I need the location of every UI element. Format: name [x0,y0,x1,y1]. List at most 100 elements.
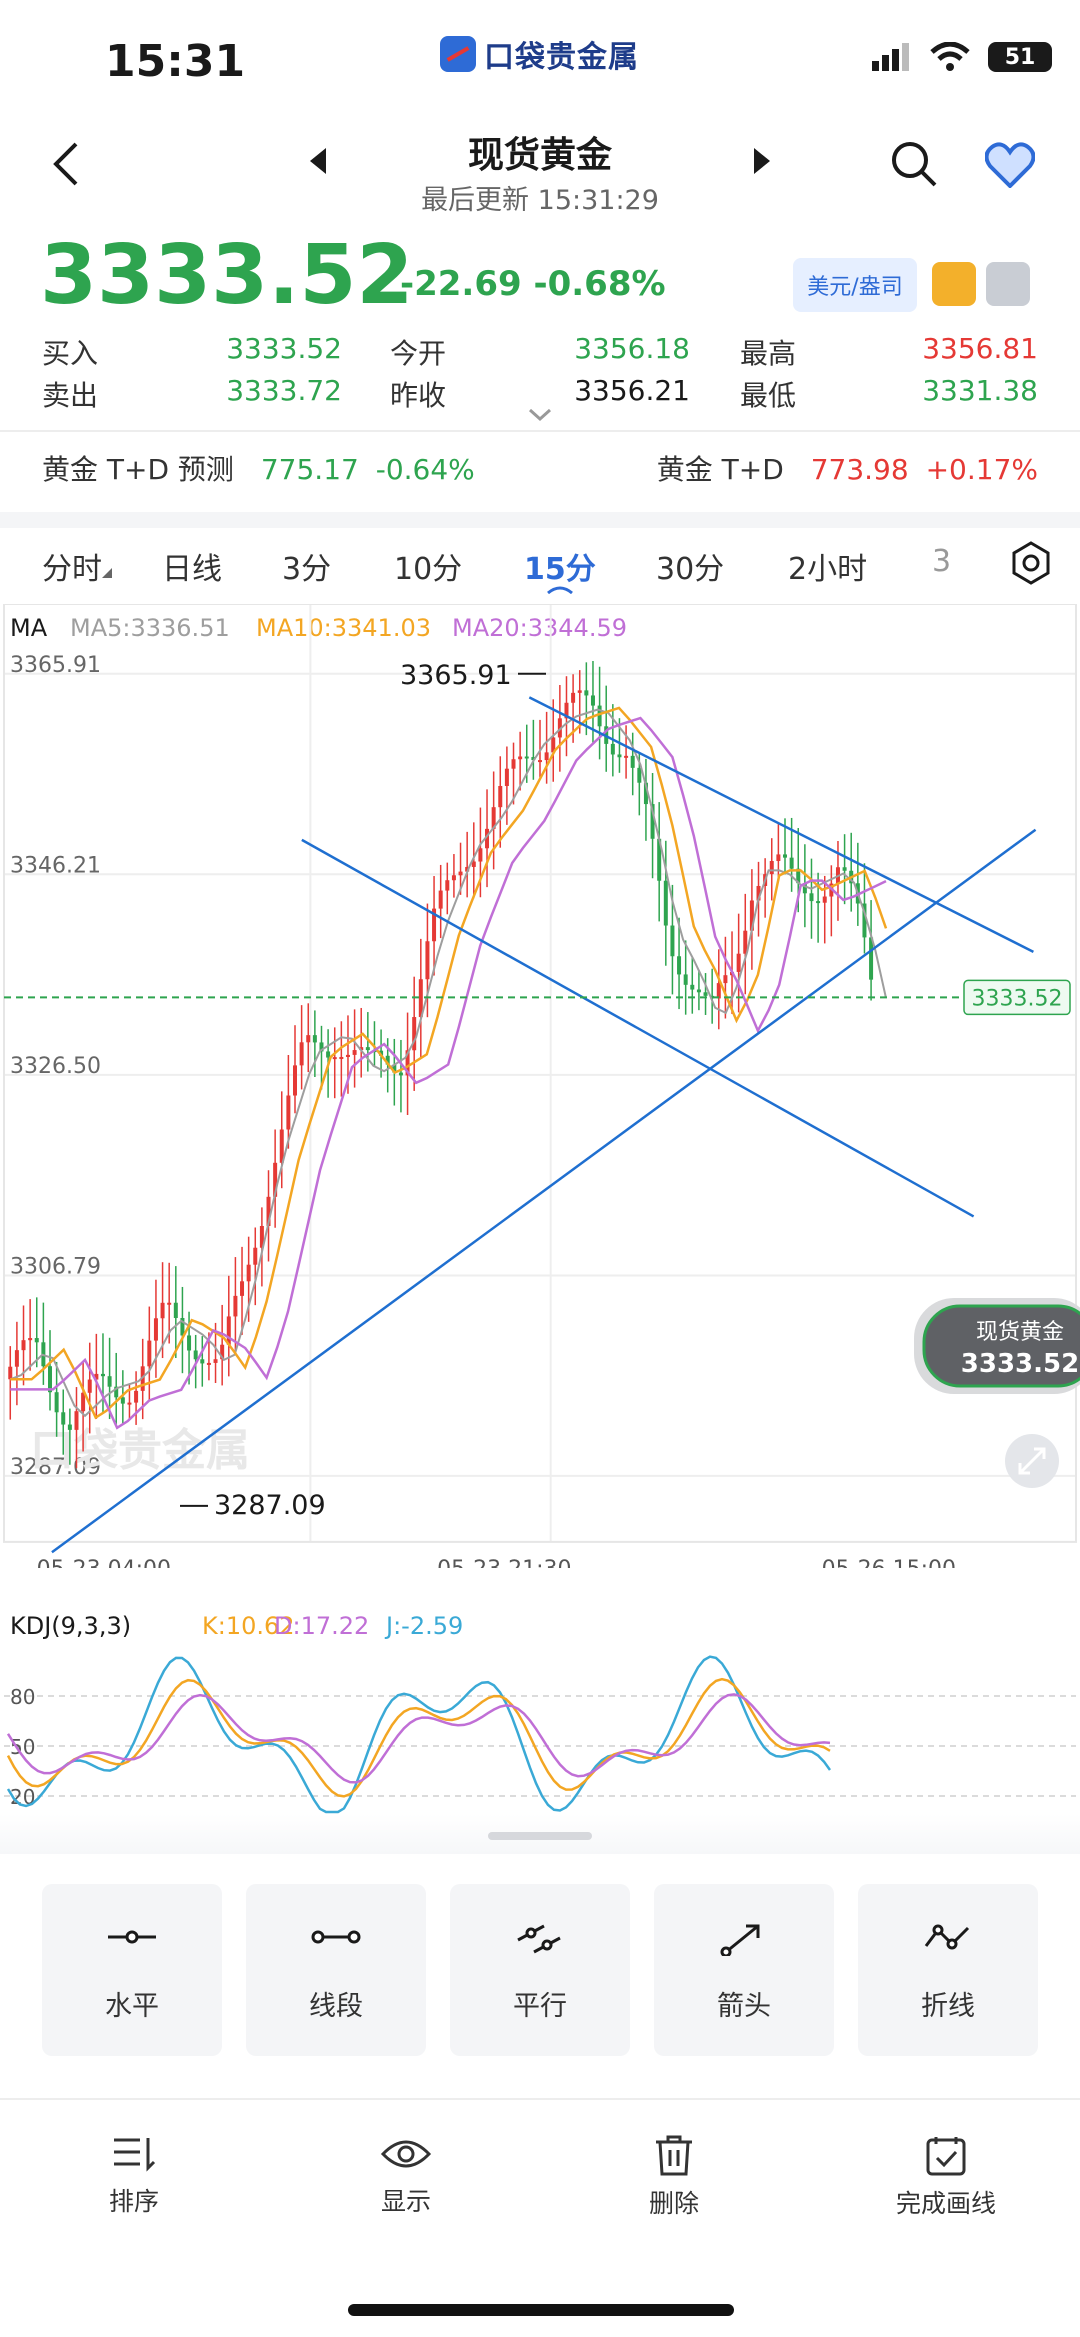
open-value: 3356.18 [574,332,690,365]
tool-label: 线段 [309,1991,363,2022]
candle-body [21,1340,26,1351]
candlestick-chart[interactable]: 3365.913346.213326.503306.793287.09口袋贵金属… [0,604,1080,1568]
display-label: 显示 [380,2187,431,2216]
candle-body [683,974,688,985]
candle-body [677,956,682,975]
x-tick-label: 05-26 15:00 [822,1557,956,1568]
favorite-heart-icon[interactable] [985,142,1035,188]
candle-body [34,1338,39,1343]
candle-body [518,756,523,760]
candle-body [842,867,847,871]
tool-arrow[interactable]: 箭头 [654,1884,834,2056]
kdj-chart[interactable]: 805020 [0,1644,1080,1814]
delete-button[interactable]: 删除 [574,2134,774,2220]
td-forecast-row[interactable]: 黄金 T+D 预测 775.17 -0.64% [42,448,475,488]
candle-body [74,1411,79,1430]
tab-3min[interactable]: 3分 [282,544,331,588]
candle-body [87,1379,92,1393]
kdj-d-line [6,1693,831,1784]
candle-body [458,871,463,876]
td-row[interactable]: 黄金 T+D 773.98 +0.17% [657,448,1038,488]
tab-10min[interactable]: 10分 [394,544,462,588]
tab-fenshi[interactable]: 分时 [42,544,102,588]
prev-close-value: 3356.21 [574,374,690,407]
kdj-j: J:-2.59 [386,1612,464,1640]
expand-icon[interactable] [1005,1434,1059,1488]
candle-body [293,1065,298,1096]
sheet-handle[interactable] [488,1832,592,1840]
wifi-icon [930,42,970,71]
app-logo: 口袋贵金属 [440,34,640,75]
current-price: 3333.52 [40,228,414,323]
candle-body [253,1247,258,1265]
candle-body [524,756,529,759]
kdj-level-label: 80 [10,1685,35,1709]
candle-body [240,1281,245,1296]
high-value: 3356.81 [922,332,1038,365]
settings-icon[interactable] [1008,540,1054,586]
tool-parallel[interactable]: 平行 [450,1884,630,2056]
drawn-trend-line [301,838,975,1218]
candle-body [511,759,516,769]
td-forecast-label: 黄金 T+D 预测 [42,453,234,486]
sort-button[interactable]: 排序 [34,2134,234,2218]
low-value: 3331.38 [922,374,1038,407]
next-instrument-button[interactable] [754,148,770,174]
candle-body [584,690,589,696]
candle-body [365,1047,370,1051]
candle-body [696,989,701,993]
candle-body [577,690,582,693]
tab-15min[interactable]: 15分 [524,544,596,588]
buy-value: 3333.52 [226,332,342,365]
tool-horizontal[interactable]: 水平 [42,1884,222,2056]
battery-icon: 51 [988,42,1052,72]
display-button[interactable]: 显示 [306,2134,506,2218]
candle-body [107,1376,112,1387]
buy-label: 买入 [42,337,99,370]
tab-2hour[interactable]: 2小时 [788,544,867,588]
tab-dropdown-icon [102,568,112,578]
chevron-down-icon[interactable] [528,408,552,422]
currency-unit-button[interactable]: 美元/盎司 [793,258,917,312]
tool-label: 平行 [513,1991,567,2022]
candle-body [590,695,595,706]
candle-body [451,875,456,881]
status-icons: 51 [872,42,1052,72]
drawn-trend-line [51,828,1037,1554]
coin-icon[interactable] [932,262,976,306]
tool-polyline[interactable]: 折线 [858,1884,1038,2056]
section-gap [0,512,1080,528]
float-badge[interactable]: 现货黄金 3333.52 [914,1298,1080,1394]
candle-body [776,854,781,862]
candle-body [14,1350,19,1367]
low-label: 最低 [740,379,797,412]
candle-body [246,1264,251,1282]
price-change: -22.69 -0.68% [400,264,666,304]
candle-body [306,1035,311,1043]
tab-30min[interactable]: 30分 [656,544,724,588]
candle-body [663,880,668,926]
search-icon[interactable] [890,140,938,188]
tab-daily[interactable]: 日线 [162,544,222,588]
alarm-icon[interactable] [986,262,1030,306]
candle-body [498,785,503,808]
y-tick-label: 3365.91 [10,653,101,678]
candle-body [438,890,443,909]
tab-more[interactable]: 3 [932,544,951,579]
candle-body [233,1295,238,1317]
candle-body [206,1362,211,1365]
tool-label: 箭头 [717,1991,771,2022]
delete-label: 删除 [648,2189,699,2218]
td-label: 黄金 T+D [656,453,784,486]
chart-frame [4,604,1076,1044]
divider [0,2098,1080,2100]
finish-drawing-button[interactable]: 完成画线 [846,2134,1046,2220]
prev-close-label: 昨收 [390,379,447,412]
arrow-icon [720,1924,760,1956]
tool-segment[interactable]: 线段 [246,1884,426,2056]
candle-body [544,752,549,761]
ma20-line [10,716,887,1430]
kdj-d: D:17.22 [274,1612,370,1640]
candle-body [312,1035,317,1043]
candle-body [624,755,629,758]
